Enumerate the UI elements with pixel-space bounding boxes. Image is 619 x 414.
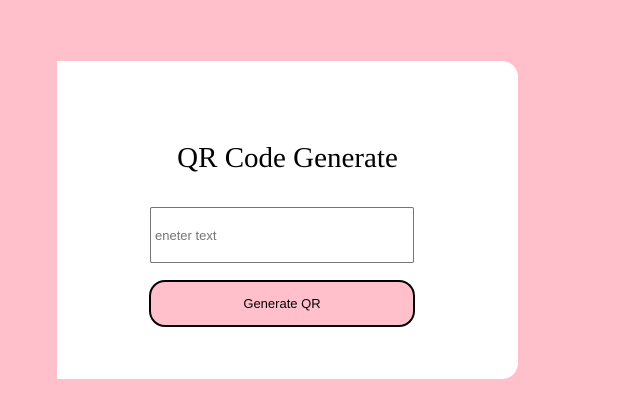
text-input[interactable] xyxy=(150,207,414,263)
page-background: { "colors": { "page_background": "#ffc0c… xyxy=(0,0,619,414)
qr-generator-card: QR Code Generate Generate QR xyxy=(57,61,518,379)
generate-qr-button[interactable]: Generate QR xyxy=(149,280,415,327)
page-title: QR Code Generate xyxy=(177,142,398,174)
